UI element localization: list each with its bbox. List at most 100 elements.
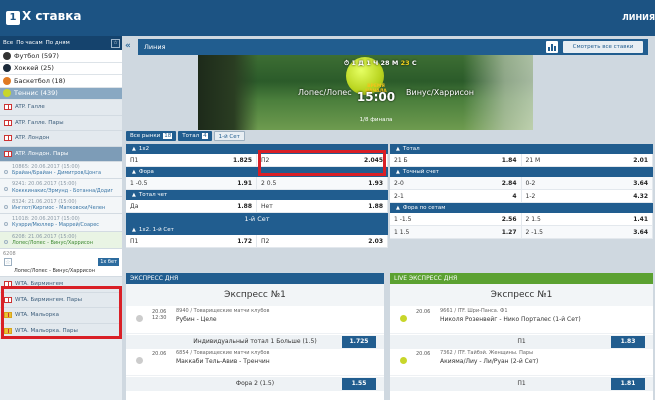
radio-icon <box>4 170 8 174</box>
round-label: 1/8 финала <box>359 117 393 123</box>
odd-cell[interactable]: П1 1.72 <box>126 235 257 247</box>
express-bet: П1 1.81 <box>390 377 653 391</box>
tennis-icon <box>400 315 407 322</box>
express-item[interactable]: 20.06 7362 / ITF. Тайбэй. Женщины. Пары … <box>390 348 653 376</box>
odd-cell[interactable]: 1-2 4.32 <box>522 190 653 202</box>
odd-cell[interactable]: 2-0 2.84 <box>390 177 522 189</box>
sidebar: Все По часам По дням ☆ Футбол (597) Хокк… <box>0 36 122 400</box>
football-icon <box>3 51 11 60</box>
filter-hours[interactable]: По часам <box>16 40 42 46</box>
england-flag-icon <box>4 135 12 142</box>
sport-football[interactable]: Футбол (597) <box>0 50 122 63</box>
line-title: Линия <box>144 43 166 51</box>
sport-hockey[interactable]: Хоккей (25) <box>0 62 122 75</box>
express-bet: Фора 2 (1.5) 1.55 <box>126 377 384 391</box>
odd-cell[interactable]: 2 1.5 1.41 <box>522 213 653 225</box>
radio-icon <box>4 187 8 192</box>
odd-button[interactable]: 1.55 <box>342 378 376 390</box>
market-total: ▲ Тотал 21 Б 1.84 21 М 2.01 ▲ Точный счет 2-… <box>390 144 653 239</box>
odd-cell[interactable]: 1 1.5 1.27 <box>390 226 522 238</box>
odd-cell[interactable]: П1 1.825 <box>126 154 257 166</box>
express-bet: П1 1.83 <box>390 335 653 349</box>
odd-button[interactable]: 1.83 <box>611 336 645 348</box>
express-bet: Индивидуальный тотал 1 Больше (1.5) 1.72… <box>126 335 384 349</box>
radio-icon <box>4 204 8 209</box>
league-item[interactable]: ATP. Лондон <box>0 131 122 147</box>
top-bar: 1X ставка ЛИНИЯ <box>0 0 655 36</box>
league-item[interactable]: ATP. Галле <box>0 100 122 116</box>
game-item[interactable]: 9241: 20.06.2017 (15:00) Кокккинакис/Эрму… <box>0 179 122 197</box>
sport-basketball[interactable]: Баскетбол (18) <box>0 75 122 88</box>
collapse-sidebar-button[interactable]: « <box>125 41 131 51</box>
express-day-panel: ЭКСПРЕСС ДНЯ Экспресс №1 20.06 12:30 8940… <box>126 273 384 400</box>
odd-cell[interactable]: 0-2 3.64 <box>522 177 653 189</box>
highlight-box-odds <box>258 150 386 176</box>
collapse-icon: ▲ <box>132 146 136 152</box>
tab-all-markets[interactable]: Все рынки 18 <box>126 131 177 141</box>
set1-section[interactable]: 1-й Сет <box>126 213 388 225</box>
highlight-box-sidebar <box>1 286 122 339</box>
odd-cell[interactable]: Нет 1.88 <box>257 200 388 212</box>
england-flag-icon <box>4 119 12 126</box>
banner-shadow <box>198 55 258 130</box>
main-content: « Линия Смотреть все ставки ⏱ 1 Д 1 Ч 28… <box>122 36 655 400</box>
logo[interactable]: 1X ставка <box>6 9 81 25</box>
odd-button[interactable]: 1.81 <box>611 378 645 390</box>
filter-all[interactable]: Все <box>3 40 13 46</box>
game-item[interactable]: 10865: 20.06.2017 (15:00) Брайан/Брайан -… <box>0 162 122 180</box>
odd-cell[interactable]: 1 -0.5 1.91 <box>126 177 257 189</box>
filter-days[interactable]: По дням <box>46 40 70 46</box>
start-time: 15:00 <box>356 90 396 104</box>
collapse-icon: ▲ <box>396 169 400 175</box>
sport-tennis[interactable]: Теннис (439) <box>0 87 122 100</box>
countdown-timer: ⏱ 1 Д 1 Ч 28 М 23 С <box>344 59 417 67</box>
odd-cell[interactable]: 2 0.5 1.93 <box>257 177 388 189</box>
collapse-icon: ▲ <box>132 227 136 233</box>
radio-icon <box>4 239 8 244</box>
collapse-icon: ▲ <box>132 192 136 198</box>
team-left: Лопес/Лопес <box>298 88 352 97</box>
hockey-icon <box>3 64 11 73</box>
tab-set1[interactable]: 1-й Сет <box>213 131 245 141</box>
england-flag-icon <box>4 150 12 157</box>
star-icon[interactable]: ☆ <box>4 258 12 267</box>
express-item[interactable]: 20.06 9661 / ITF. Шри-Панса. Ф1 Николя Р… <box>390 306 653 334</box>
slip-odd[interactable]: 1х бет <box>98 258 119 267</box>
league-item[interactable]: ATP. Галле. Пары <box>0 115 122 131</box>
game-item-selected[interactable]: 6208: 21.06.2017 (15:00) Лопес/Лопес - Ви… <box>0 231 122 250</box>
line-header: Линия Смотреть все ставки <box>138 39 648 55</box>
odd-cell[interactable]: 1 -1.5 2.56 <box>390 213 522 225</box>
express-title: Экспресс №1 <box>126 284 384 306</box>
favorite-icon[interactable]: ☆ <box>111 38 120 48</box>
all-bets-button[interactable]: Смотреть все ставки <box>563 41 643 53</box>
nav-line[interactable]: ЛИНИЯ <box>622 13 655 22</box>
football-icon <box>136 315 143 322</box>
tennis-icon <box>400 357 407 364</box>
sidebar-filters: Все По часам По дням ☆ <box>0 36 122 50</box>
game-item[interactable]: 8324: 21.06.2017 (15:00) Инглот/Киргиос -… <box>0 196 122 215</box>
stats-chart-icon[interactable] <box>546 41 558 53</box>
odd-cell[interactable]: 2-1 4 <box>390 190 522 202</box>
odd-cell[interactable]: П2 2.03 <box>257 235 388 247</box>
team-right: Винус/Харрисон <box>406 88 475 97</box>
express-item[interactable]: 20.06 12:30 8940 / Товарищеские матчи клу… <box>126 306 384 334</box>
odd-cell[interactable]: 21 Б 1.84 <box>390 154 522 166</box>
odd-button[interactable]: 1.725 <box>342 336 376 348</box>
bet-slip[interactable]: 6208 ☆ 1х бет Лопес/Лопес - Винус/Харрис… <box>0 249 122 278</box>
game-item[interactable]: 11018: 20.06.2017 (15:00) Куэрри/Мюллер -… <box>0 214 122 232</box>
football-icon <box>136 357 143 364</box>
collapse-icon: ▲ <box>396 146 400 152</box>
collapse-icon: ▲ <box>396 205 400 211</box>
tennis-icon <box>3 89 11 98</box>
odd-cell[interactable]: Да 1.88 <box>126 200 257 212</box>
league-item-selected[interactable]: ATP. Лондон. Пары <box>0 146 122 162</box>
tab-total[interactable]: Тотал 4 <box>178 131 212 141</box>
live-express-header: LIVE ЭКСПРЕСС ДНЯ <box>390 273 653 284</box>
market-tabs: Все рынки 18 Тотал 4 1-й Сет <box>126 131 245 141</box>
express-item[interactable]: 20.06 6854 / Товарищеские матчи клубов М… <box>126 348 384 376</box>
england-flag-icon <box>4 104 12 111</box>
odd-cell[interactable]: 21 М 2.01 <box>522 154 653 166</box>
odd-cell[interactable]: 2 -1.5 3.64 <box>522 226 653 238</box>
express-title: Экспресс №1 <box>390 284 653 306</box>
live-express-panel: LIVE ЭКСПРЕСС ДНЯ Экспресс №1 20.06 9661… <box>390 273 653 400</box>
